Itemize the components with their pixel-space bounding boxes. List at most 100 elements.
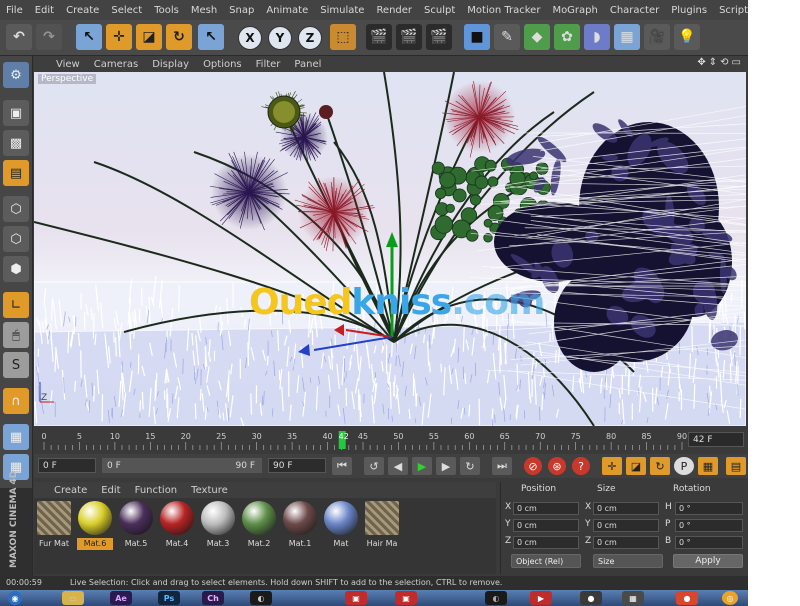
rotation-field[interactable]: 0 ° — [675, 536, 743, 549]
material-swatch[interactable]: Fur Mat — [36, 500, 72, 550]
material-menu-function[interactable]: Function — [128, 485, 185, 496]
menu-item-create[interactable]: Create — [60, 5, 105, 16]
previous-key-icon[interactable]: ↺ — [364, 457, 384, 475]
coordinate-mode-dropdown[interactable]: Object (Rel) — [511, 554, 581, 568]
x-axis-lock-button[interactable]: X — [238, 26, 262, 50]
go-to-end-icon[interactable]: ⏭ — [492, 457, 512, 475]
viewport-menu-cameras[interactable]: Cameras — [87, 59, 145, 70]
menu-item-render[interactable]: Render — [370, 5, 418, 16]
z-axis-lock-button[interactable]: Z — [298, 26, 322, 50]
menu-item-script[interactable]: Script — [713, 5, 748, 16]
position-field[interactable]: 0 cm — [513, 519, 579, 532]
point-level-key-icon[interactable]: ▦ — [698, 457, 718, 475]
coordinate-system-icon[interactable]: ⬚ — [330, 24, 356, 50]
material-swatch[interactable]: Mat.1 — [282, 500, 318, 550]
next-frame-icon[interactable]: ▶ — [436, 457, 456, 475]
material-swatch[interactable]: Hair Ma — [364, 500, 400, 550]
material-swatch[interactable]: Mat.2 — [241, 500, 277, 550]
app-icon-1[interactable]: ▣ — [345, 591, 367, 605]
cinema4d-taskbar-icon[interactable]: ◐ — [250, 591, 272, 605]
material-swatch[interactable]: Mat.3 — [200, 500, 236, 550]
scale-key-icon[interactable]: ◪ — [626, 457, 646, 475]
size-field[interactable]: 0 cm — [593, 502, 659, 515]
lock-workplane-icon[interactable]: ▦ — [3, 424, 29, 450]
render-picture-viewer-icon[interactable]: 🎬 — [396, 24, 422, 50]
viewport-menu-panel[interactable]: Panel — [287, 59, 328, 70]
menu-item-animate[interactable]: Animate — [260, 5, 314, 16]
render-view-icon[interactable]: 🎬 — [366, 24, 392, 50]
edges-mode-icon[interactable]: ⬡ — [3, 226, 29, 252]
timeline-ruler[interactable]: 0 5 10 15 20 25 30 35 40 42 45 50 55 60 65 70 75 80 85 90 — [38, 430, 688, 450]
autokey-icon[interactable]: ⊛ — [548, 457, 566, 475]
size-field[interactable]: 0 cm — [593, 536, 659, 549]
app-icon-7[interactable]: ● — [676, 591, 698, 605]
redo-icon[interactable]: ↷ — [36, 24, 62, 50]
parameter-key-icon[interactable]: P — [674, 457, 694, 475]
viewport-menu-display[interactable]: Display — [145, 59, 196, 70]
model-mode-icon[interactable]: ▣ — [3, 100, 29, 126]
render-settings-icon[interactable]: 🎬 — [426, 24, 452, 50]
rotation-field[interactable]: 0 ° — [675, 502, 743, 515]
floor-icon[interactable]: ▦ — [614, 24, 640, 50]
preview-range-slider[interactable]: 0 F 90 F — [102, 458, 262, 473]
menu-item-tools[interactable]: Tools — [148, 5, 185, 16]
cube-icon[interactable]: ■ — [464, 24, 490, 50]
workplane-icon[interactable]: ▤ — [3, 160, 29, 186]
rotation-field[interactable]: 0 ° — [675, 519, 743, 532]
menu-item-character[interactable]: Character — [604, 5, 665, 16]
scale-icon[interactable]: ◪ — [136, 24, 162, 50]
scheme-icon[interactable]: ▤ — [726, 457, 746, 475]
deformer-icon[interactable]: ◗ — [584, 24, 610, 50]
tweak-mode-icon[interactable]: 🖱 — [3, 322, 29, 348]
material-swatch[interactable]: Mat.6 — [77, 500, 113, 550]
menu-item-select[interactable]: Select — [105, 5, 148, 16]
keyframe-selection-icon[interactable]: ? — [572, 457, 590, 475]
position-key-icon[interactable]: ✛ — [602, 457, 622, 475]
size-mode-dropdown[interactable]: Size — [593, 554, 663, 568]
array-icon[interactable]: ✿ — [554, 24, 580, 50]
enable-axis-icon[interactable]: ∟ — [3, 292, 29, 318]
app-icon-3[interactable]: ◐ — [485, 591, 507, 605]
play-icon[interactable]: ▶ — [412, 457, 432, 475]
character-animator-icon[interactable]: Ch — [202, 591, 224, 605]
menu-item-plugins[interactable]: Plugins — [665, 5, 713, 16]
size-field[interactable]: 0 cm — [593, 519, 659, 532]
menu-item-mesh[interactable]: Mesh — [185, 5, 223, 16]
material-menu-edit[interactable]: Edit — [94, 485, 127, 496]
explorer-icon[interactable]: ▭ — [62, 591, 84, 605]
app-icon-2[interactable]: ▣ — [395, 591, 417, 605]
material-swatch[interactable]: Mat — [323, 500, 359, 550]
menu-item-sculpt[interactable]: Sculpt — [418, 5, 461, 16]
menu-item-mograph[interactable]: MoGraph — [546, 5, 603, 16]
recent-tool-icon[interactable]: ↖ — [198, 24, 224, 50]
undo-icon[interactable]: ↶ — [6, 24, 32, 50]
material-menu-create[interactable]: Create — [34, 485, 94, 496]
rotation-key-icon[interactable]: ↻ — [650, 457, 670, 475]
photoshop-icon[interactable]: Ps — [158, 591, 180, 605]
polygons-mode-icon[interactable]: ⬢ — [3, 256, 29, 282]
position-field[interactable]: 0 cm — [513, 502, 579, 515]
timeline[interactable]: 0 5 10 15 20 25 30 35 40 42 45 50 55 60 65 70 75 80 85 90 4… — [34, 428, 748, 452]
rotate-icon[interactable]: ↻ — [166, 24, 192, 50]
pen-spline-icon[interactable]: ✎ — [494, 24, 520, 50]
menu-item-simulate[interactable]: Simulate — [314, 5, 370, 16]
viewport-menu-options[interactable]: Options — [196, 59, 249, 70]
live-selection-icon[interactable]: ↖ — [76, 24, 102, 50]
viewport-menu-filter[interactable]: Filter — [249, 59, 288, 70]
menu-item-edit[interactable]: Edit — [29, 5, 60, 16]
record-active-icon[interactable]: ⊘ — [524, 457, 542, 475]
app-icon-5[interactable]: ● — [580, 591, 602, 605]
camera-icon[interactable]: 🎥 — [644, 24, 670, 50]
app-icon-4[interactable]: ▶ — [530, 591, 552, 605]
material-menu-texture[interactable]: Texture — [184, 485, 235, 496]
viewport-menu-view[interactable]: View — [34, 59, 87, 70]
app-icon-6[interactable]: ▦ — [622, 591, 644, 605]
start-icon[interactable]: ◉ — [8, 591, 22, 605]
after-effects-icon[interactable]: Ae — [110, 591, 132, 605]
chrome-icon[interactable]: ◎ — [722, 591, 738, 605]
go-to-start-icon[interactable]: ⏮ — [332, 457, 352, 475]
menu-item-file[interactable]: File — [0, 5, 29, 16]
viewport-navigation-icons[interactable]: ✥⇕⟲▭ — [697, 57, 744, 68]
apply-button[interactable]: Apply — [673, 554, 743, 568]
make-editable-icon[interactable]: ⚙ — [3, 62, 29, 88]
